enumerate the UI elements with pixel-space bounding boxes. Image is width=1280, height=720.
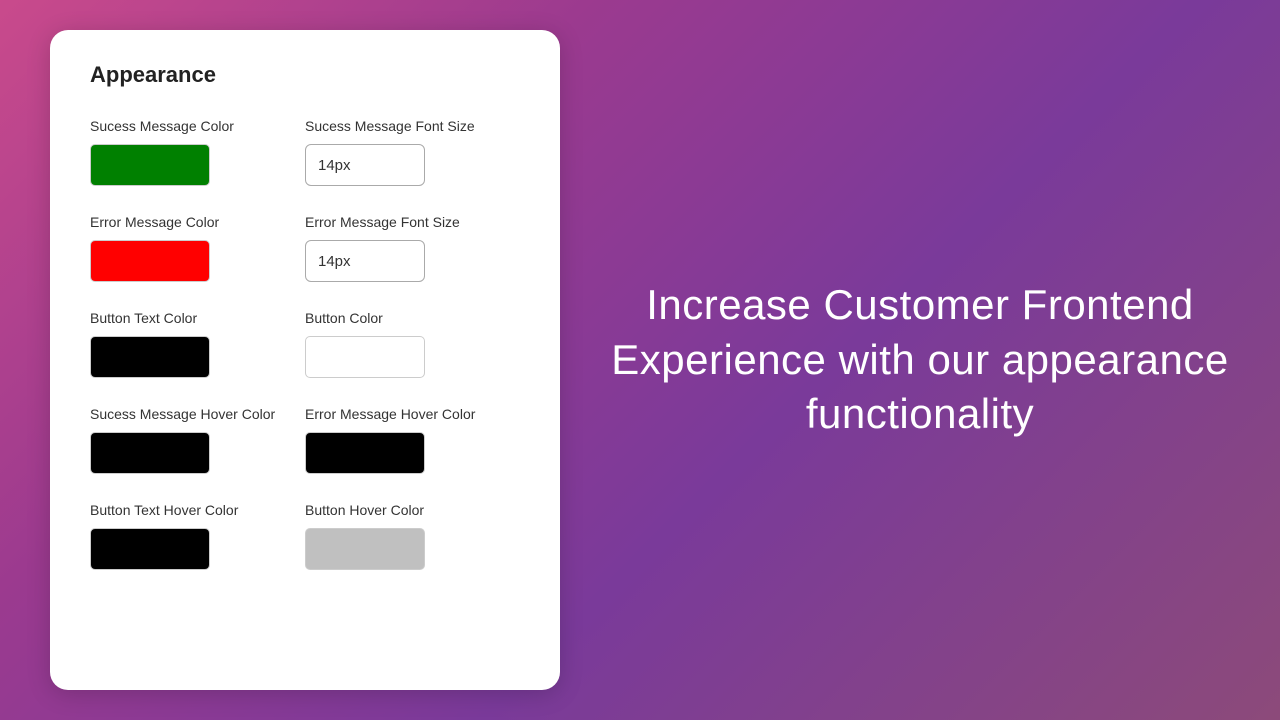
error-font-size-label: Error Message Font Size (305, 214, 520, 230)
error-hover-swatch[interactable] (305, 432, 425, 474)
error-color-label: Error Message Color (90, 214, 305, 230)
button-hover-label: Button Hover Color (305, 502, 520, 518)
success-hover-label: Sucess Message Hover Color (90, 406, 305, 422)
button-color-label: Button Color (305, 310, 520, 326)
success-hover-swatch[interactable] (90, 432, 210, 474)
appearance-panel: Appearance Sucess Message Color Sucess M… (50, 30, 560, 690)
success-color-label: Sucess Message Color (90, 118, 305, 134)
error-color-swatch[interactable] (90, 240, 210, 282)
button-color-swatch[interactable] (305, 336, 425, 378)
error-hover-label: Error Message Hover Color (305, 406, 520, 422)
success-font-size-input[interactable] (305, 144, 425, 186)
hero-panel: Increase Customer Frontend Experience wi… (560, 238, 1280, 482)
button-hover-swatch[interactable] (305, 528, 425, 570)
button-text-color-swatch[interactable] (90, 336, 210, 378)
hero-text: Increase Customer Frontend Experience wi… (600, 278, 1240, 442)
button-text-hover-label: Button Text Hover Color (90, 502, 305, 518)
error-font-size-input[interactable] (305, 240, 425, 282)
success-font-size-label: Sucess Message Font Size (305, 118, 520, 134)
button-text-hover-swatch[interactable] (90, 528, 210, 570)
panel-title: Appearance (90, 62, 520, 88)
button-text-color-label: Button Text Color (90, 310, 305, 326)
success-color-swatch[interactable] (90, 144, 210, 186)
